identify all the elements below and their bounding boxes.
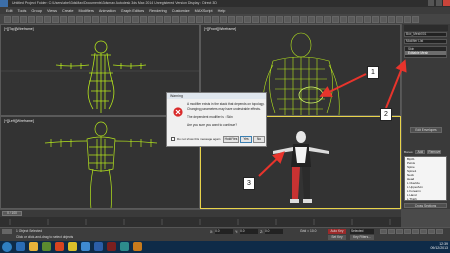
x-value-field[interactable]: 0.0 — [215, 229, 234, 234]
office-icon[interactable] — [55, 242, 64, 251]
track-bar[interactable] — [0, 217, 401, 227]
pan-icon[interactable] — [428, 229, 435, 234]
word-icon[interactable] — [94, 242, 103, 251]
y-label: Y: — [235, 229, 239, 234]
prompt-hint: Click or click-and-drag to select object… — [16, 235, 74, 239]
vlc-icon[interactable] — [133, 242, 142, 251]
frame-readout[interactable]: 0 / 100 — [2, 211, 22, 216]
zoom-icon[interactable] — [420, 229, 427, 234]
z-value-field[interactable]: 0.0 — [265, 229, 283, 234]
orbit-icon[interactable] — [436, 229, 443, 234]
callout-2: 2 — [380, 108, 392, 121]
maxscript-listener-button[interactable] — [2, 229, 12, 234]
key-filters-button[interactable]: Key Filters... — [350, 235, 374, 240]
media-icon[interactable] — [42, 242, 51, 251]
selection-count: 1 Object Selected — [16, 229, 43, 233]
y-value-field[interactable]: 0.0 — [240, 229, 259, 234]
start-button-icon[interactable] — [2, 242, 12, 252]
chrome-icon[interactable] — [68, 242, 77, 251]
play-button[interactable] — [396, 229, 403, 234]
3dsmax-icon[interactable] — [120, 242, 129, 251]
set-key-button[interactable]: Set Key — [328, 235, 346, 240]
skype-icon[interactable] — [81, 242, 90, 251]
go-to-end-button[interactable] — [412, 229, 419, 234]
time-slider[interactable]: 0 / 100 — [0, 209, 401, 217]
go-to-start-button[interactable] — [380, 229, 387, 234]
clock-date: 09/12/2013 — [430, 246, 448, 250]
auto-key-button[interactable]: Auto Key — [328, 229, 346, 234]
taskbar-apps — [16, 242, 142, 251]
callout-1: 1 — [367, 66, 379, 79]
z-label: Z: — [260, 229, 263, 234]
previous-frame-button[interactable] — [388, 229, 395, 234]
key-mode-dropdown[interactable]: Selected — [350, 229, 374, 234]
callout-3: 3 — [243, 177, 255, 190]
grid-readout: Grid = 10.0 — [300, 229, 317, 233]
explorer-icon[interactable] — [29, 242, 38, 251]
taskbar: 12:39 09/12/2013 — [0, 241, 450, 253]
acrobat-icon[interactable] — [107, 242, 116, 251]
status-bar: 1 Object Selected Click or click-and-dra… — [0, 227, 450, 241]
next-frame-button[interactable] — [404, 229, 411, 234]
x-label: X: — [210, 229, 214, 234]
clock: 12:39 09/12/2013 — [420, 242, 448, 250]
coordinate-display: X: 0.0 Y: 0.0 Z: 0.0 — [210, 229, 283, 234]
ie-icon[interactable] — [16, 242, 25, 251]
track-ticks — [9, 219, 391, 225]
playback-controls — [380, 229, 446, 240]
